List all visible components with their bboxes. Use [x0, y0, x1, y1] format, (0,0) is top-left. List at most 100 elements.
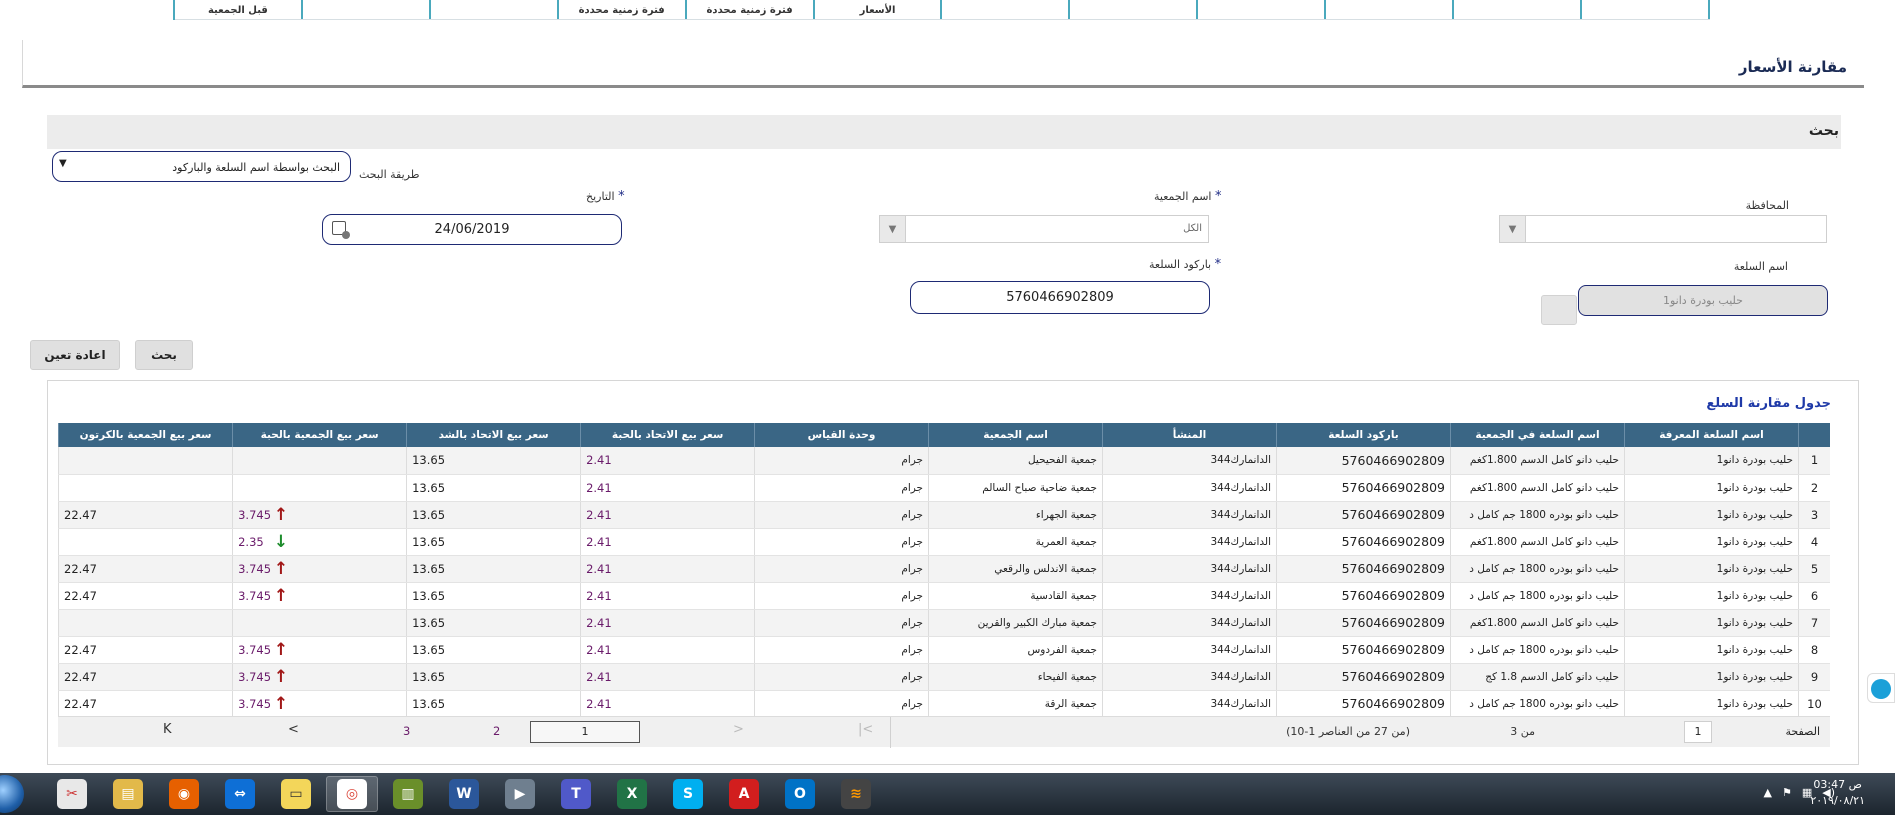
cell-n: 4 [1797, 528, 1830, 556]
col-header[interactable]: المنشأ [1102, 423, 1277, 447]
cell-text: جمعية الفحيحيل [1027, 454, 1098, 467]
reset-button[interactable]: اعادة تعين [30, 340, 120, 370]
taskbar-app-file-explorer[interactable]: ▤ [102, 776, 154, 812]
cell-item: حليب دانو بودره 1800 جم كامل د [1450, 636, 1625, 664]
pager-page-2[interactable]: 2 [493, 724, 500, 738]
arrow-up-icon: ↑ [273, 558, 289, 579]
cell-item: حليب دانو كامل الدسم 1.800كغم [1450, 528, 1625, 556]
table-row[interactable]: 4 حليب بودرة دانو1 حليب دانو كامل الدسم 1.… [57, 528, 1830, 556]
cell-text: جرام [901, 481, 924, 494]
taskbar-app-snipping-tool[interactable]: ✂ [46, 776, 98, 812]
cell-unit: جرام [754, 663, 929, 691]
col-header[interactable]: سعر بيع الجمعية بالكرتون [57, 423, 233, 447]
cell-text: جمعية العمرية [1035, 535, 1098, 548]
top-tab[interactable] [300, 0, 431, 20]
flag-icon[interactable]: ⚑ [1782, 786, 1792, 799]
pager-page-3[interactable]: 3 [403, 724, 410, 738]
top-tab[interactable]: قبل الجمعية [172, 0, 303, 20]
taskbar-app-excel-chart[interactable]: ▥ [382, 776, 434, 812]
cell-n: 1 [1797, 447, 1830, 475]
taskbar-app-app[interactable]: ≋ [830, 776, 882, 812]
calendar-icon[interactable] [332, 221, 350, 239]
side-widget-button[interactable] [1867, 673, 1895, 703]
item-lookup-button[interactable] [1541, 295, 1577, 325]
pager-page-input[interactable]: 1 [1684, 721, 1712, 743]
remote-support-icon [1871, 679, 1891, 699]
barcode-input[interactable]: 5760466902809 [910, 281, 1210, 314]
cell-text: جرام [901, 697, 924, 710]
top-tab[interactable] [1068, 0, 1199, 20]
cell-au: 3.745 ↑ [232, 555, 407, 583]
top-tab[interactable] [940, 0, 1071, 20]
col-header[interactable]: اسم الجمعية [928, 423, 1103, 447]
taskbar-app-media[interactable]: ▶ [494, 776, 546, 812]
col-header[interactable]: سعر بيع الجمعية بالحبة [232, 423, 407, 447]
barcode-value: 5760466902809 [1006, 290, 1114, 305]
taskbar-app-teamviewer[interactable]: ⇔ [214, 776, 266, 812]
taskbar-app-teams[interactable]: T [550, 776, 602, 812]
top-tab[interactable] [1580, 0, 1710, 20]
comparison-table: اسم السلعة المعرفة اسم السلعة في الجمعية… [57, 423, 1830, 718]
col-header[interactable]: اسم السلعة المعرفة [1623, 423, 1799, 447]
pager-current-box[interactable]: 1 [530, 721, 640, 743]
col-header[interactable]: اسم السلعة في الجمعية [1450, 423, 1625, 447]
next-page-icon[interactable]: < [288, 722, 299, 737]
table-row[interactable]: 1 حليب بودرة دانو1 حليب دانو كامل الدسم 1.… [57, 447, 1830, 475]
governorate-combo[interactable]: ▼ [1499, 215, 1827, 243]
cell-text: حليب دانو بودره 1800 جم كامل د [1469, 508, 1619, 521]
date-input[interactable]: 24/06/2019 [322, 214, 622, 245]
table-row[interactable]: 7 حليب بودرة دانو1 حليب دانو كامل الدسم 1.… [57, 609, 1830, 637]
taskbar-clock[interactable]: ص 03:47 ٢٠١٩/٠٨/٢١ [1810, 777, 1865, 809]
top-tab[interactable]: الأسعار [812, 0, 943, 20]
table-row[interactable]: 3 حليب بودرة دانو1 حليب دانو بودره 1800 جم… [57, 501, 1830, 529]
teamviewer-icon: ⇔ [225, 779, 255, 809]
first-page-icon[interactable]: |< [858, 722, 873, 737]
top-tab[interactable]: فترة زمنية محددة [556, 0, 687, 20]
taskbar-app-notes[interactable]: ▭ [270, 776, 322, 812]
top-tab[interactable] [1196, 0, 1327, 20]
cell-text: 5760466902809 [1341, 561, 1445, 576]
cell-text: الدانمارك344 [1210, 589, 1272, 602]
barcode-label-wrap: باركود السلعة * [1149, 257, 1221, 272]
taskbar-app-firefox[interactable]: ◉ [158, 776, 210, 812]
table-row[interactable]: 2 حليب بودرة دانو1 حليب دانو كامل الدسم 1.… [57, 474, 1830, 502]
item-name-input[interactable]: حليب بودرة دانو1 [1578, 285, 1828, 316]
col-header[interactable]: باركود السلعة [1276, 423, 1451, 447]
table-row[interactable]: 10 حليب بودرة دانو1 حليب دانو بودره 1800 ج… [57, 690, 1830, 718]
taskbar-app-chrome[interactable]: ◎ [326, 776, 378, 812]
taskbar-app-outlook[interactable]: O [774, 776, 826, 812]
tray-expand-icon[interactable]: ▲ [1763, 786, 1771, 799]
taskbar-app-skype[interactable]: S [662, 776, 714, 812]
cell-text: جمعية الفردوس [1027, 643, 1098, 656]
table-row[interactable]: 5 حليب بودرة دانو1 حليب دانو بودره 1800 جم… [57, 555, 1830, 583]
col-header[interactable]: وحدة القياس [754, 423, 929, 447]
association-combo[interactable]: ▼ الكل [879, 215, 1209, 243]
top-tab[interactable] [1452, 0, 1583, 20]
cell-text: حليب بودرة دانو1 [1716, 562, 1793, 575]
cell-pu: 2.41 [580, 447, 755, 475]
search-method-select[interactable]: البحث بواسطة اسم السلعة والباركود ▼ [52, 151, 351, 182]
cell-barcode: 5760466902809 [1276, 501, 1451, 529]
start-button[interactable] [0, 775, 24, 813]
table-row[interactable]: 9 حليب بودرة دانو1 حليب دانو كامل الدسم 1.… [57, 663, 1830, 691]
cell-pc: 13.65 [406, 663, 581, 691]
top-tab[interactable] [1324, 0, 1455, 20]
cell-text: جرام [901, 454, 924, 467]
table-row[interactable]: 8 حليب بودرة دانو1 حليب دانو بودره 1800 جم… [57, 636, 1830, 664]
chevron-down-icon[interactable]: ▼ [1500, 216, 1526, 242]
cell-assoc: جمعية الفيحاء [928, 663, 1103, 691]
top-tab[interactable] [428, 0, 559, 20]
cell-text: 22.47 [64, 669, 97, 684]
col-header[interactable]: سعر بيع الاتحاد بالشد [406, 423, 581, 447]
taskbar-app-word[interactable]: W [438, 776, 490, 812]
top-tab[interactable]: فترة زمنية محددة [684, 0, 815, 20]
cell-unit: جرام [754, 501, 929, 529]
search-button[interactable]: بحث [135, 340, 193, 370]
last-page-icon[interactable]: K [163, 722, 172, 737]
taskbar-app-acrobat[interactable]: A [718, 776, 770, 812]
table-row[interactable]: 6 حليب بودرة دانو1 حليب دانو بودره 1800 جم… [57, 582, 1830, 610]
prev-page-icon[interactable]: > [733, 722, 744, 737]
col-header[interactable]: سعر بيع الاتحاد بالحبة [580, 423, 755, 447]
chevron-down-icon[interactable]: ▼ [880, 216, 906, 242]
taskbar-app-excel[interactable]: X [606, 776, 658, 812]
